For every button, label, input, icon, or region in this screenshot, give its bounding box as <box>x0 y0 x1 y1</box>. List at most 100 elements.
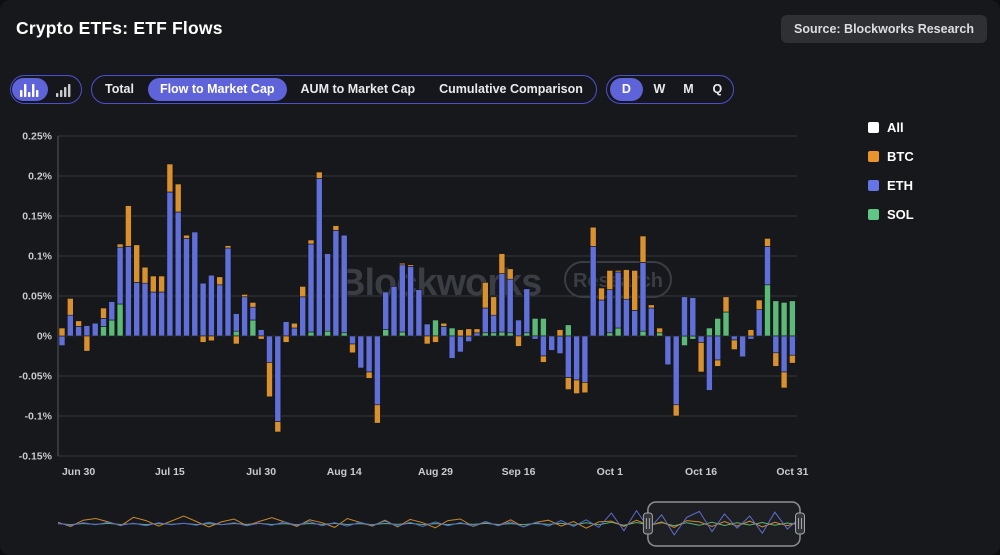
bar-btc <box>632 270 638 310</box>
svg-text:Sep 16: Sep 16 <box>502 466 536 478</box>
bar-btc <box>623 270 629 300</box>
bar-eth <box>706 336 712 390</box>
frequency-tab-w[interactable]: W <box>645 76 674 103</box>
bar-eth <box>150 292 156 336</box>
bar-btc <box>84 336 90 351</box>
view-tab-total[interactable]: Total <box>93 76 146 103</box>
bar-sol <box>706 328 712 336</box>
brush-handle-right[interactable] <box>796 513 805 534</box>
bar-btc <box>424 336 430 344</box>
bar-eth <box>184 238 190 336</box>
bar-btc <box>117 244 123 247</box>
legend-item-sol[interactable]: SOL <box>868 204 914 225</box>
bar-sol <box>233 331 239 336</box>
bar-sol <box>325 331 331 336</box>
svg-text:Jul 15: Jul 15 <box>155 466 185 478</box>
view-tab-aum-to-market-cap[interactable]: AUM to Market Cap <box>289 76 428 103</box>
bar-btc <box>599 288 605 300</box>
bar-sol <box>615 328 621 336</box>
legend-item-all[interactable]: All <box>868 117 914 138</box>
bar-eth <box>615 272 621 328</box>
bar-eth <box>366 336 372 372</box>
legend-swatch-btc <box>868 151 879 162</box>
bar-sol <box>433 320 439 336</box>
bar-eth <box>358 336 364 368</box>
bar-eth <box>374 336 380 405</box>
chart-type-bars-button[interactable] <box>12 78 48 101</box>
bar-eth <box>76 326 82 336</box>
bar-btc <box>457 330 463 336</box>
bar-eth <box>159 292 165 336</box>
bar-sol <box>690 336 696 339</box>
bar-eth <box>134 282 140 336</box>
bar-btc <box>208 336 214 341</box>
bar-btc <box>142 267 148 283</box>
bar-btc <box>673 405 679 416</box>
bar-eth <box>640 262 646 331</box>
bar-btc <box>258 336 264 339</box>
bar-sol <box>715 318 721 336</box>
legend-item-eth[interactable]: ETH <box>868 175 914 196</box>
brush-handle-left[interactable] <box>643 513 652 534</box>
bar-sol <box>491 333 497 336</box>
bar-eth <box>665 336 671 365</box>
bar-eth <box>175 212 181 336</box>
bar-sol <box>341 333 347 336</box>
legend-label: SOL <box>887 207 914 222</box>
bar-eth <box>773 336 779 353</box>
frequency-tab-q[interactable]: Q <box>703 76 732 103</box>
bar-sol <box>657 333 663 336</box>
chart-type-ascending-bars-button[interactable] <box>48 78 80 101</box>
frequency-tab-d[interactable]: D <box>610 78 643 101</box>
view-tab-cumulative-comparison[interactable]: Cumulative Comparison <box>427 76 595 103</box>
bar-eth <box>607 290 613 333</box>
svg-text:Oct 16: Oct 16 <box>685 466 717 478</box>
navigator[interactable] <box>58 502 805 546</box>
bar-sol <box>524 333 530 336</box>
view-tab-flow-to-market-cap[interactable]: Flow to Market Cap <box>148 78 287 101</box>
bar-eth <box>125 246 131 336</box>
bar-btc <box>150 276 156 292</box>
bar-btc <box>441 323 447 326</box>
bar-sol <box>781 302 787 336</box>
bar-btc <box>499 254 505 274</box>
bar-btc <box>308 240 314 244</box>
bar-btc <box>748 330 754 336</box>
bar-eth <box>283 322 289 336</box>
brush-window[interactable] <box>648 502 800 546</box>
bar-eth <box>491 315 497 333</box>
bar-btc <box>789 355 795 363</box>
bar-btc <box>507 269 513 279</box>
bar-btc <box>648 305 654 308</box>
bar-eth <box>225 248 231 336</box>
bar-sol <box>565 325 571 336</box>
bar-btc <box>491 297 497 315</box>
bar-eth <box>300 297 306 336</box>
bar-sol <box>499 332 505 336</box>
bar-eth <box>291 328 297 336</box>
bar-btc <box>184 235 190 238</box>
bar-eth <box>524 289 530 333</box>
frequency-tab-m[interactable]: M <box>674 76 703 103</box>
bar-eth <box>208 275 214 336</box>
x-axis-labels: Jun 30Jul 15Jul 30Aug 14Aug 29Sep 16Oct … <box>62 466 809 478</box>
legend-item-btc[interactable]: BTC <box>868 146 914 167</box>
bar-eth <box>333 230 339 336</box>
bar-eth <box>557 336 563 354</box>
bar-eth <box>217 285 223 336</box>
bar-btc <box>565 378 571 390</box>
bar-eth <box>673 336 679 405</box>
bar-eth <box>416 290 422 336</box>
bar-eth <box>682 297 688 336</box>
bar-btc <box>59 328 65 336</box>
bar-sol <box>507 333 513 336</box>
bar-eth <box>756 310 762 336</box>
bar-eth <box>698 336 704 342</box>
bar-sol <box>250 320 256 336</box>
bar-eth <box>740 336 746 357</box>
bar-sol <box>607 333 613 336</box>
bar-eth <box>482 308 488 333</box>
bar-btc <box>233 336 239 344</box>
svg-text:0.1%: 0.1% <box>28 251 53 263</box>
bar-eth <box>391 286 397 336</box>
